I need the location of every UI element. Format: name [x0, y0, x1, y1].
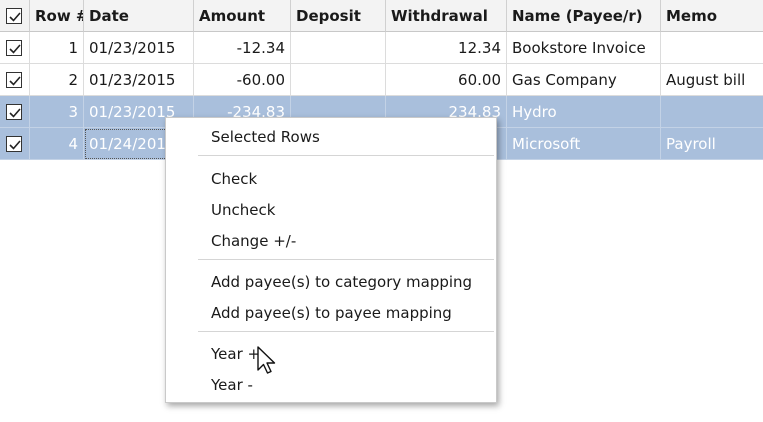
menu-separator — [198, 155, 494, 156]
row-number-cell[interactable]: 1 — [30, 32, 84, 64]
table-row[interactable]: 2 01/23/2015 -60.00 60.00 Gas Company Au… — [0, 64, 763, 96]
row-number-cell[interactable]: 3 — [30, 96, 84, 128]
column-header-amount[interactable]: Amount — [194, 0, 291, 32]
select-all-checkbox-icon[interactable] — [6, 8, 22, 24]
name-cell[interactable]: Gas Company — [507, 64, 661, 96]
amount-cell[interactable]: -12.34 — [194, 32, 291, 64]
column-header-date[interactable]: Date — [84, 0, 194, 32]
context-menu: Selected Rows Check Uncheck Change +/- A… — [165, 117, 497, 403]
menu-item-year-minus[interactable]: Year - — [166, 370, 496, 400]
memo-cell[interactable] — [661, 96, 763, 128]
row-number-cell[interactable]: 2 — [30, 64, 84, 96]
deposit-cell[interactable] — [291, 64, 386, 96]
checkbox-checked-icon[interactable] — [6, 104, 22, 120]
name-cell[interactable]: Hydro — [507, 96, 661, 128]
row-check-cell[interactable] — [0, 32, 30, 64]
menu-item-add-payee-mapping[interactable]: Add payee(s) to payee mapping — [166, 298, 496, 328]
withdrawal-cell[interactable]: 60.00 — [386, 64, 507, 96]
amount-cell[interactable]: -60.00 — [194, 64, 291, 96]
deposit-cell[interactable] — [291, 32, 386, 64]
checkbox-checked-icon[interactable] — [6, 136, 22, 152]
select-all-cell[interactable] — [0, 0, 30, 32]
row-number-cell[interactable]: 4 — [30, 128, 84, 160]
mouse-pointer-icon — [256, 346, 278, 380]
checkbox-checked-icon[interactable] — [6, 40, 22, 56]
column-header-row-number[interactable]: Row # — [30, 0, 84, 32]
menu-item-add-category-mapping[interactable]: Add payee(s) to category mapping — [166, 267, 496, 297]
date-cell[interactable]: 01/23/2015 — [84, 64, 194, 96]
name-cell[interactable]: Microsoft — [507, 128, 661, 160]
date-cell[interactable]: 01/23/2015 — [84, 32, 194, 64]
memo-cell[interactable]: Payroll — [661, 128, 763, 160]
withdrawal-cell[interactable]: 12.34 — [386, 32, 507, 64]
grid-header-row: Row # Date Amount Deposit Withdrawal Nam… — [0, 0, 763, 32]
name-cell[interactable]: Bookstore Invoice — [507, 32, 661, 64]
checkbox-checked-icon[interactable] — [6, 72, 22, 88]
menu-separator — [198, 331, 494, 332]
column-header-memo[interactable]: Memo — [661, 0, 763, 32]
column-header-name[interactable]: Name (Payee/r) — [507, 0, 661, 32]
row-check-cell[interactable] — [0, 96, 30, 128]
menu-item-uncheck[interactable]: Uncheck — [166, 195, 496, 225]
menu-header-selected-rows: Selected Rows — [211, 128, 320, 146]
memo-cell[interactable] — [661, 32, 763, 64]
row-check-cell[interactable] — [0, 64, 30, 96]
memo-cell[interactable]: August bill — [661, 64, 763, 96]
column-header-deposit[interactable]: Deposit — [291, 0, 386, 32]
menu-item-year-plus[interactable]: Year + — [166, 339, 496, 369]
table-row[interactable]: 1 01/23/2015 -12.34 12.34 Bookstore Invo… — [0, 32, 763, 64]
row-check-cell[interactable] — [0, 128, 30, 160]
menu-item-check[interactable]: Check — [166, 164, 496, 194]
menu-item-change-sign[interactable]: Change +/- — [166, 226, 496, 256]
column-header-withdrawal[interactable]: Withdrawal — [386, 0, 507, 32]
menu-separator — [198, 259, 494, 260]
